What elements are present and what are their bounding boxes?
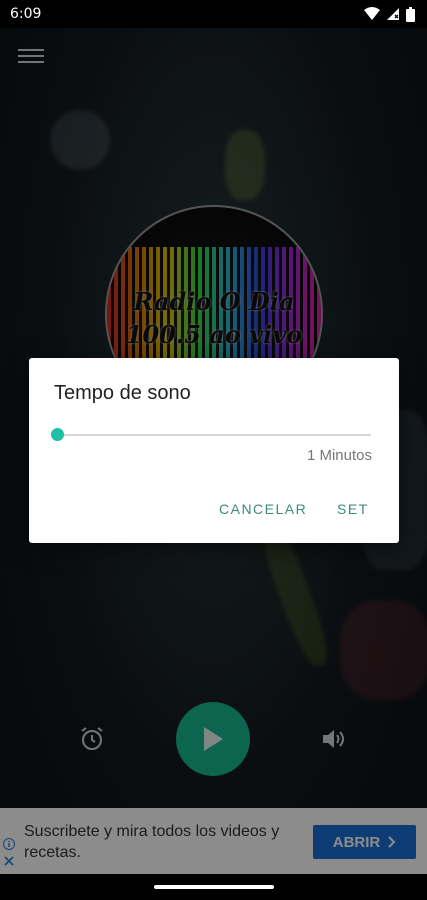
battery-icon <box>406 6 415 22</box>
set-button[interactable]: SET <box>337 501 369 517</box>
app-screen: 6:09 Radio O Dia 100.5 ao vivo Suscribet… <box>0 0 427 900</box>
signal-icon <box>387 8 399 20</box>
slider-value-label: 1 Minutos <box>306 447 372 464</box>
navigation-bar <box>0 874 427 900</box>
wifi-icon <box>364 7 380 20</box>
status-icons <box>364 6 415 22</box>
cancel-button[interactable]: CANCELAR <box>219 501 307 517</box>
status-bar: 6:09 <box>0 0 427 28</box>
sleep-timer-slider-track[interactable] <box>57 434 371 436</box>
status-time: 6:09 <box>10 6 42 22</box>
sleep-timer-slider-thumb[interactable] <box>51 428 64 441</box>
dialog-title: Tempo de sono <box>54 382 191 404</box>
sleep-timer-dialog: Tempo de sono 1 Minutos CANCELAR SET <box>29 358 399 543</box>
home-gesture-handle[interactable] <box>154 885 274 889</box>
